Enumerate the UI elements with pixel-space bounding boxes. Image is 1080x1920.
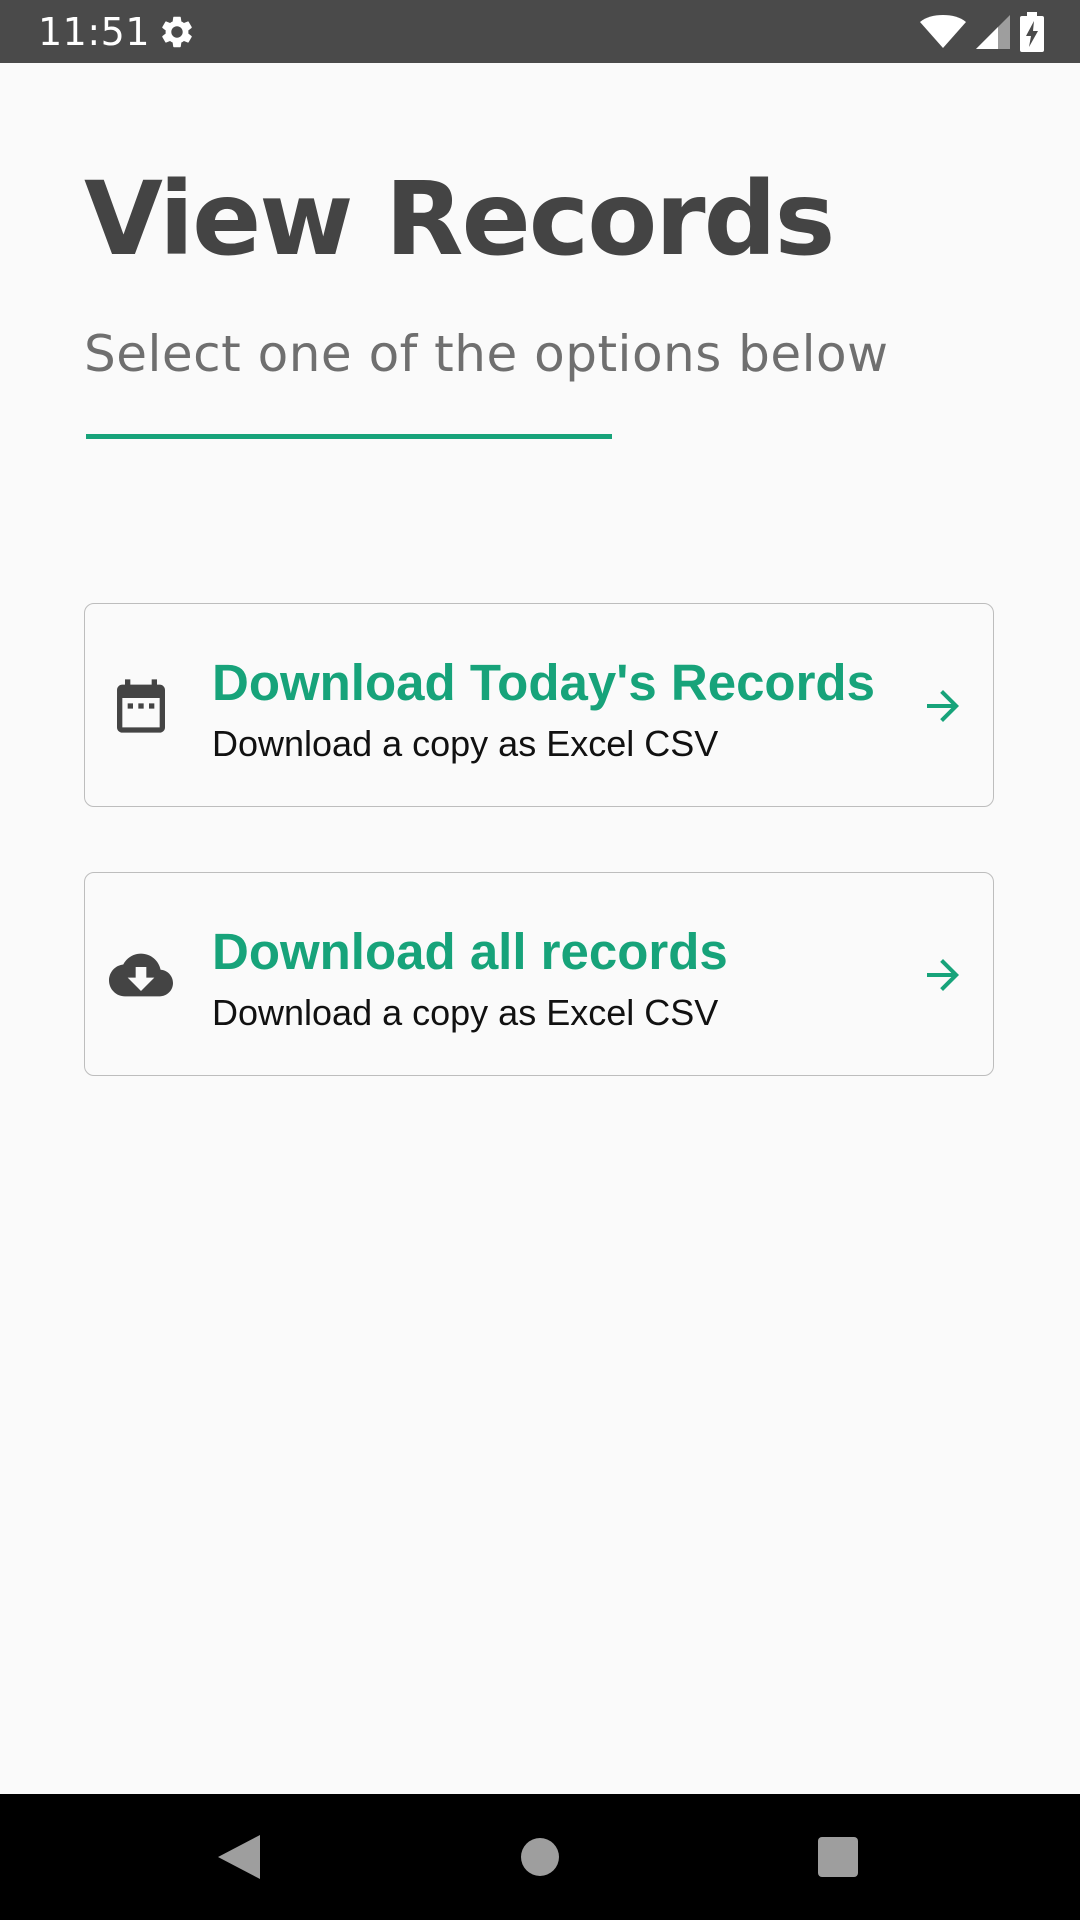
back-icon[interactable]	[208, 1827, 268, 1887]
arrow-right-icon	[927, 690, 959, 722]
download-all-records-card[interactable]: Download all records Download a copy as …	[84, 872, 994, 1076]
arrow-right-icon	[927, 959, 959, 991]
card-title: Download all records	[212, 923, 728, 980]
card-description: Download a copy as Excel CSV	[212, 992, 719, 1033]
gear-icon	[162, 16, 192, 48]
page-title: View Records	[84, 160, 835, 279]
battery-charging-icon	[1020, 12, 1044, 52]
home-icon[interactable]	[510, 1827, 570, 1887]
page-subtitle: Select one of the options below	[84, 325, 889, 383]
status-time: 11:51	[38, 10, 151, 54]
card-title: Download Today's Records	[212, 654, 875, 711]
signal-icon	[976, 15, 1010, 49]
download-todays-records-card[interactable]: Download Today's Records Download a copy…	[84, 603, 994, 807]
view-records-screen: 11:51 View Records Select one of the opt…	[0, 0, 1080, 1920]
status-icons	[920, 12, 1044, 52]
status-bar: 11:51	[0, 0, 1080, 63]
cloud-download-icon	[109, 953, 173, 997]
navigation-bar	[0, 1794, 1080, 1920]
card-description: Download a copy as Excel CSV	[212, 723, 719, 764]
title-underline	[86, 434, 612, 439]
recents-icon[interactable]	[808, 1827, 868, 1887]
calendar-icon	[117, 679, 165, 733]
wifi-icon	[920, 15, 966, 48]
